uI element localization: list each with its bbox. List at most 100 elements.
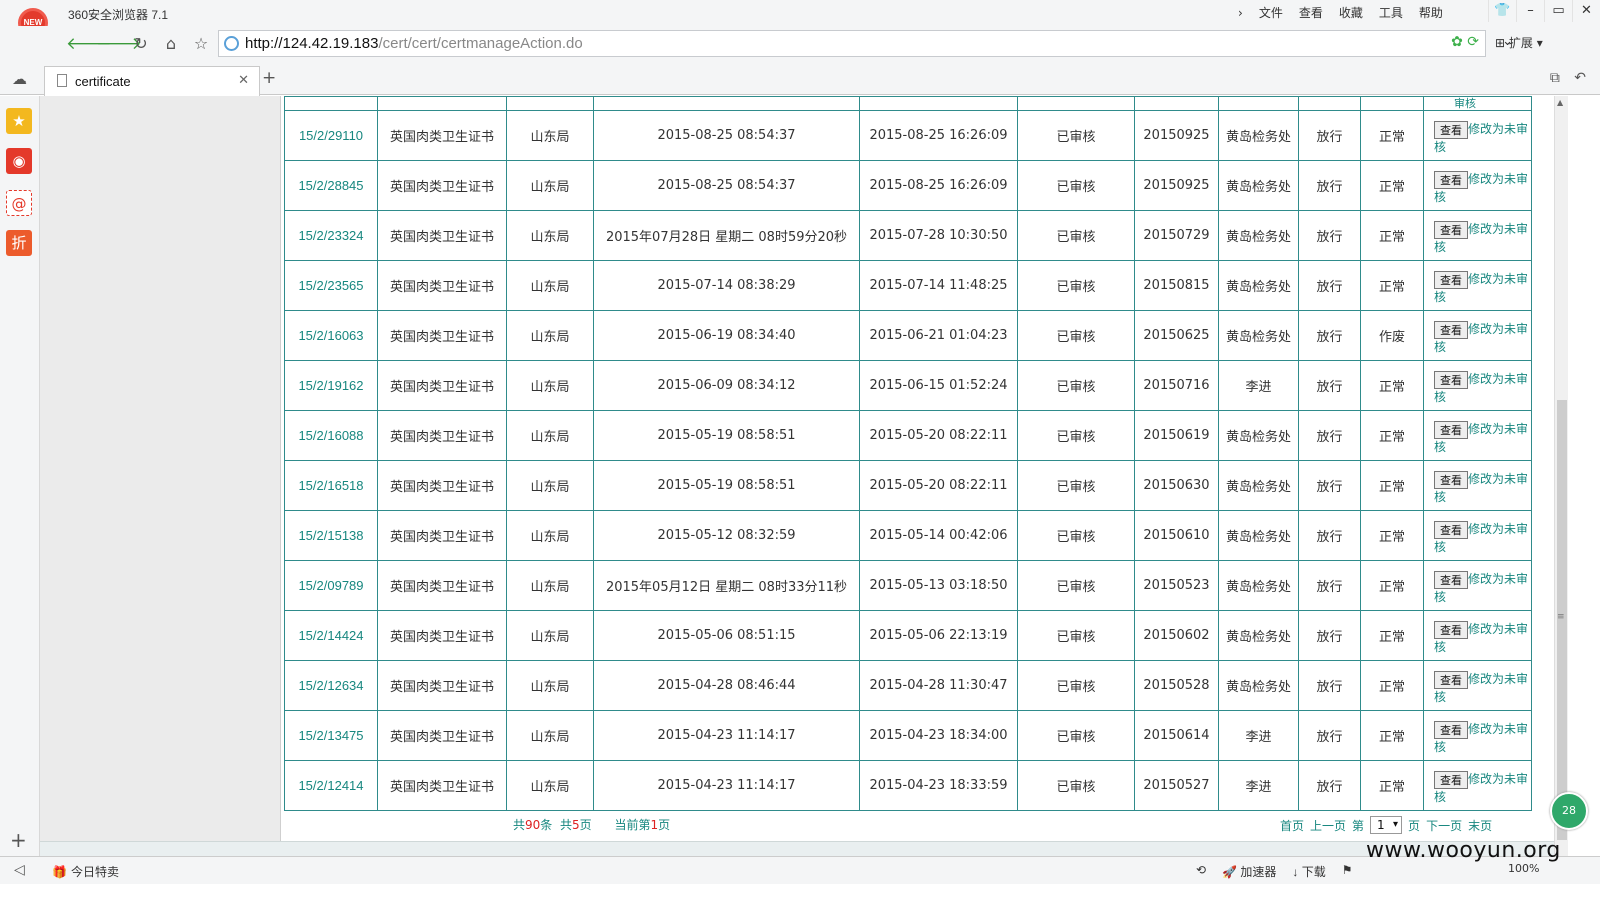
cert-id-cell[interactable]: 15/2/16518 (284, 460, 378, 511)
undo-close-icon[interactable]: ↶ (1574, 70, 1586, 86)
security-icons[interactable]: ✿ ⟳ (1451, 34, 1479, 50)
review-status-cell: 已审核 (1017, 310, 1135, 361)
cert-id-cell[interactable]: 15/2/12414 (284, 760, 378, 811)
view-button[interactable]: 查看 (1434, 170, 1468, 189)
view-button[interactable]: 查看 (1434, 520, 1468, 539)
view-button[interactable]: 查看 (1434, 770, 1468, 789)
menu-file[interactable]: 文件 (1251, 4, 1291, 22)
skin-icon[interactable]: 👕 (1488, 0, 1516, 22)
view-button[interactable]: 查看 (1434, 620, 1468, 639)
menu-chevron-icon[interactable]: › (1230, 4, 1251, 22)
actions-cell: 查看 修改为未审核 (1423, 660, 1532, 711)
valid-date-cell: 20150815 (1134, 260, 1219, 311)
result-cell: 放行 (1298, 310, 1361, 361)
pages-suffix: 页 (579, 818, 592, 832)
cert-id-cell[interactable]: 15/2/23324 (284, 210, 378, 261)
add-sidebar-item-icon[interactable]: + (10, 828, 27, 852)
view-button[interactable]: 查看 (1434, 720, 1468, 739)
collapse-sidebar-icon[interactable]: ◁ (14, 861, 25, 878)
valid-date-cell: 20150614 (1134, 710, 1219, 761)
cert-id-cell[interactable]: 15/2/15138 (284, 510, 378, 561)
office-cell: 黄岛检务处 (1218, 210, 1299, 261)
url-text[interactable]: http://124.42.19.183/cert/cert/certmanag… (245, 35, 583, 52)
view-button[interactable]: 查看 (1434, 320, 1468, 339)
review-status-cell: 已审核 (1017, 410, 1135, 461)
cert-id-cell[interactable]: 15/2/12634 (284, 660, 378, 711)
cert-id-cell[interactable]: 15/2/14424 (284, 610, 378, 661)
cert-id-cell[interactable]: 15/2/28845 (284, 160, 378, 211)
horizontal-scroll-strip[interactable] (40, 841, 1554, 856)
valid-date-cell: 20150527 (1134, 760, 1219, 811)
menu-view[interactable]: 查看 (1291, 4, 1331, 22)
zoom-level[interactable]: 100% (1508, 862, 1539, 875)
cert-id-cell[interactable]: 15/2/29110 (284, 110, 378, 161)
view-button[interactable]: 查看 (1434, 120, 1468, 139)
state-cell: 正常 (1360, 610, 1424, 661)
result-cell: 放行 (1298, 660, 1361, 711)
cert-id-cell[interactable]: 15/2/13475 (284, 710, 378, 761)
accelerator-button[interactable]: 🚀 加速器 (1222, 863, 1276, 880)
page-select[interactable]: 1 (1370, 816, 1403, 834)
restore-tabs-icon[interactable]: ⧉ (1550, 70, 1560, 86)
result-cell: 放行 (1298, 110, 1361, 161)
cert-id-cell[interactable]: 15/2/16063 (284, 310, 378, 361)
tab-certificate[interactable]: certificate ✕ (44, 66, 260, 96)
state-cell: 正常 (1360, 210, 1424, 261)
view-button[interactable]: 查看 (1434, 270, 1468, 289)
tab-title: certificate (75, 74, 131, 89)
view-button[interactable]: 查看 (1434, 370, 1468, 389)
url-host: http://124.42.19.183 (245, 35, 379, 52)
table-row: 15/2/16518 英国肉类卫生证书 山东局 2015-05-19 08:58:51… (284, 460, 1532, 511)
next-page-link[interactable]: 下一页 (1426, 817, 1462, 834)
refresh-icon[interactable]: ↻ (128, 31, 154, 57)
menu-tools[interactable]: 工具 (1371, 4, 1411, 22)
home-icon[interactable]: ⌂ (158, 31, 184, 57)
floating-badge[interactable]: 28 (1550, 792, 1588, 830)
back-arrow-icon[interactable]: 🡐 (66, 31, 112, 57)
prev-page-link[interactable]: 上一页 (1310, 817, 1346, 834)
extensions-menu[interactable]: ⊞ 扩展 ▾ (1495, 34, 1543, 51)
maximize-button[interactable]: ▭ (1544, 0, 1572, 22)
bookmark-star-icon[interactable]: ☆ (188, 31, 214, 57)
view-button[interactable]: 查看 (1434, 570, 1468, 589)
discount-icon[interactable]: 折 (6, 230, 32, 256)
view-button[interactable]: 查看 (1434, 420, 1468, 439)
today-deal[interactable]: 🎁 今日特卖 (52, 863, 119, 880)
bureau-cell: 山东局 (506, 210, 594, 261)
globe-icon (224, 36, 239, 51)
result-cell: 放行 (1298, 410, 1361, 461)
close-tab-icon[interactable]: ✕ (238, 73, 249, 88)
cloud-icon[interactable]: ☁ (12, 70, 27, 88)
minimize-button[interactable]: – (1516, 0, 1544, 22)
state-cell: 正常 (1360, 360, 1424, 411)
scroll-up-icon[interactable]: ▲ (1557, 98, 1563, 107)
star-icon[interactable]: ★ (6, 108, 32, 134)
office-cell: 黄岛检务处 (1218, 460, 1299, 511)
table-row: 15/2/12414 英国肉类卫生证书 山东局 2015-04-23 11:14:17… (284, 760, 1532, 811)
cert-id-cell[interactable]: 15/2/19162 (284, 360, 378, 411)
weibo-icon[interactable]: ◉ (6, 148, 32, 174)
network-icon[interactable]: ⟲ (1196, 863, 1206, 880)
bureau-cell: 山东局 (506, 510, 594, 561)
partial-modify-link[interactable]: 审核 (1423, 96, 1532, 111)
new-tab-button[interactable]: + (262, 68, 276, 88)
table-row: 15/2/29110 英国肉类卫生证书 山东局 2015-08-25 08:54:37… (284, 110, 1532, 161)
forward-arrow-icon[interactable]: 🡒 (96, 31, 142, 57)
flag-icon[interactable]: ⚑ (1342, 863, 1353, 880)
view-button[interactable]: 查看 (1434, 670, 1468, 689)
view-button[interactable]: 查看 (1434, 470, 1468, 489)
cert-id-cell[interactable]: 15/2/23565 (284, 260, 378, 311)
vertical-scrollbar[interactable]: ▲ ≡ (1554, 96, 1568, 856)
view-button[interactable]: 查看 (1434, 220, 1468, 239)
address-bar[interactable]: http://124.42.19.183/cert/cert/certmanag… (218, 30, 1513, 57)
cert-id-cell[interactable]: 15/2/16088 (284, 410, 378, 461)
last-page-link[interactable]: 末页 (1468, 817, 1492, 834)
menu-favorites[interactable]: 收藏 (1331, 4, 1371, 22)
menu-help[interactable]: 帮助 (1411, 4, 1451, 22)
close-window-button[interactable]: ✕ (1572, 0, 1600, 22)
first-page-link[interactable]: 首页 (1280, 817, 1304, 834)
cert-id-cell[interactable]: 15/2/09789 (284, 560, 378, 611)
valid-date-cell: 20150523 (1134, 560, 1219, 611)
download-button[interactable]: ↓ 下载 (1292, 863, 1325, 880)
email-icon[interactable]: @ (6, 190, 32, 216)
